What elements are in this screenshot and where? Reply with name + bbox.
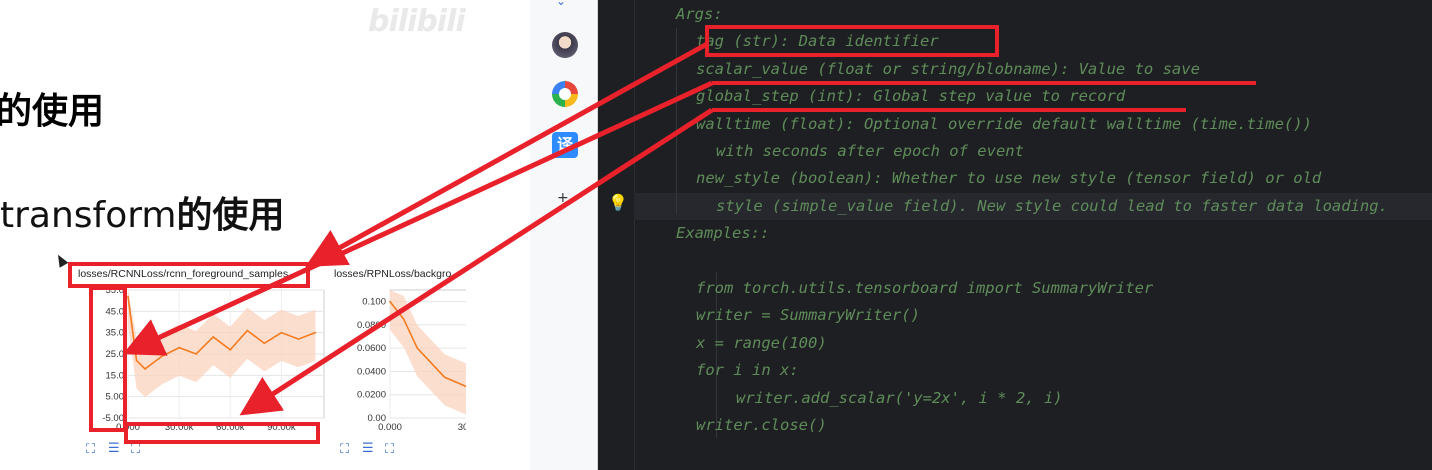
chart1-data-point — [212, 336, 215, 338]
chart2-y-tick: 0.0800 — [357, 320, 386, 331]
code-line[interactable]: Examples:: — [676, 220, 769, 247]
code-line[interactable]: scalar_value (float or string/blobname):… — [696, 56, 1200, 83]
indent-guide — [676, 28, 677, 214]
chart1-data-point — [178, 346, 180, 349]
heading-transform-usage: transform的使用 — [0, 186, 285, 238]
chart2-y-tick: 0.0400 — [357, 366, 386, 377]
chart1-data-point — [144, 368, 146, 370]
chart1-data-point — [195, 353, 197, 355]
gap-strip — [466, 0, 530, 470]
chart1-title: losses/RCNNLoss/rcnn_foreground_samples — [78, 268, 289, 280]
chart2-title: losses/RPNLoss/backgro — [334, 268, 452, 280]
chart1-data-point — [280, 331, 283, 334]
code-line[interactable]: Args: — [676, 1, 723, 28]
code-editor[interactable]: 💡 Args: tag (str): Data identifier scalar_… — [598, 0, 1432, 470]
avatar-icon[interactable] — [552, 32, 578, 58]
code-line[interactable]: style (simple_value field). New style co… — [716, 193, 1388, 220]
code-line[interactable]: tag (str): Data identifier — [696, 28, 939, 55]
code-line[interactable]: x = range(100) — [696, 330, 827, 357]
editor-gutter — [598, 0, 635, 470]
indent-guide-3 — [716, 382, 717, 409]
chevron-icon[interactable]: ⌄ — [556, 0, 566, 8]
code-line[interactable]: with seconds after epoch of event — [716, 138, 1024, 165]
browser-app-icon[interactable] — [552, 81, 578, 107]
chart1-x-tick: 90.00k — [267, 422, 296, 430]
chart1-x-tick: 60.00k — [216, 422, 245, 430]
chart1-data-point — [229, 348, 232, 351]
code-line[interactable]: walltime (float): Optional override defa… — [696, 111, 1312, 138]
chart2-y-tick: 0.0600 — [357, 343, 386, 354]
chart1-data-point — [161, 355, 163, 357]
expand-icon-2[interactable]: ⛶ — [340, 442, 349, 457]
code-line[interactable]: writer.close() — [696, 412, 827, 439]
mouse-cursor-icon — [53, 252, 69, 268]
code-line[interactable]: from torch.utils.tensorboard import Summ… — [696, 275, 1153, 302]
chart2-plot[interactable]: 0.1000.08000.06000.04000.02000.000.00030… — [346, 288, 466, 430]
bilibili-watermark: bilibili — [368, 4, 466, 39]
chart1-x-tick: 0.000 — [116, 422, 140, 430]
chart2-data-point — [389, 300, 391, 303]
chart1-data-point — [263, 342, 266, 345]
chart2-data-point — [402, 318, 405, 320]
chart1-y-tick: 35.0 — [106, 328, 125, 339]
chart2-y-tick: 0.100 — [362, 297, 386, 308]
chart2-data-point — [416, 347, 419, 349]
chart1-y-tick: 15.0 — [106, 370, 125, 381]
fit-icon[interactable]: ⛶ — [131, 442, 140, 457]
chart2-data-point — [443, 376, 446, 379]
fit-icon-2[interactable]: ⛶ — [385, 442, 394, 457]
slide-panel: bilibili 的使用 transform的使用 losses/RCNNLos… — [0, 0, 466, 470]
chart1-data-point — [246, 329, 249, 332]
code-line[interactable]: for i in x: — [696, 357, 799, 384]
app-sidebar: ⌄ 译 + — [530, 0, 598, 470]
list-icon-2[interactable]: ☰ — [362, 441, 374, 456]
chart1-data-point — [314, 331, 317, 334]
crosshair-icon: + — [557, 190, 569, 206]
heading-transform-cjk: 的使用 — [176, 195, 285, 236]
chart1-data-point — [127, 295, 129, 298]
lightbulb-icon[interactable]: 💡 — [608, 193, 628, 212]
code-line[interactable]: writer = SummaryWriter() — [696, 302, 920, 329]
chart2-y-tick: 0.0200 — [357, 390, 386, 401]
chart1-y-tick: 55.0 — [106, 288, 125, 296]
heading-transform-latin: transform — [0, 195, 177, 236]
chart1-y-tick: 45.0 — [106, 306, 125, 317]
chart1-data-point — [297, 338, 300, 340]
expand-icon[interactable]: ⛶ — [86, 442, 95, 457]
list-icon[interactable]: ☰ — [108, 441, 120, 456]
chart1-y-tick: 25.0 — [106, 349, 125, 360]
chart1-plot[interactable]: 55.045.035.025.015.05.00-5.000.000 30.00k… — [90, 288, 330, 430]
code-line[interactable]: global_step (int): Global step value to … — [696, 83, 1125, 110]
translate-app-icon[interactable]: 译 — [552, 132, 578, 158]
heading-usage: 的使用 — [0, 91, 105, 132]
chart1-data-point — [135, 359, 138, 362]
chart1-y-tick: 5.00 — [106, 392, 125, 403]
chart1-x-tick: 30.00k — [165, 422, 194, 430]
chart2-x-tick: 30.00k — [458, 422, 466, 430]
code-line[interactable]: writer.add_scalar('y=2x', i * 2, i) — [736, 385, 1063, 412]
code-line[interactable]: new_style (boolean): Whether to use new … — [696, 165, 1321, 192]
chart2-x-tick: 0.000 — [378, 422, 402, 430]
